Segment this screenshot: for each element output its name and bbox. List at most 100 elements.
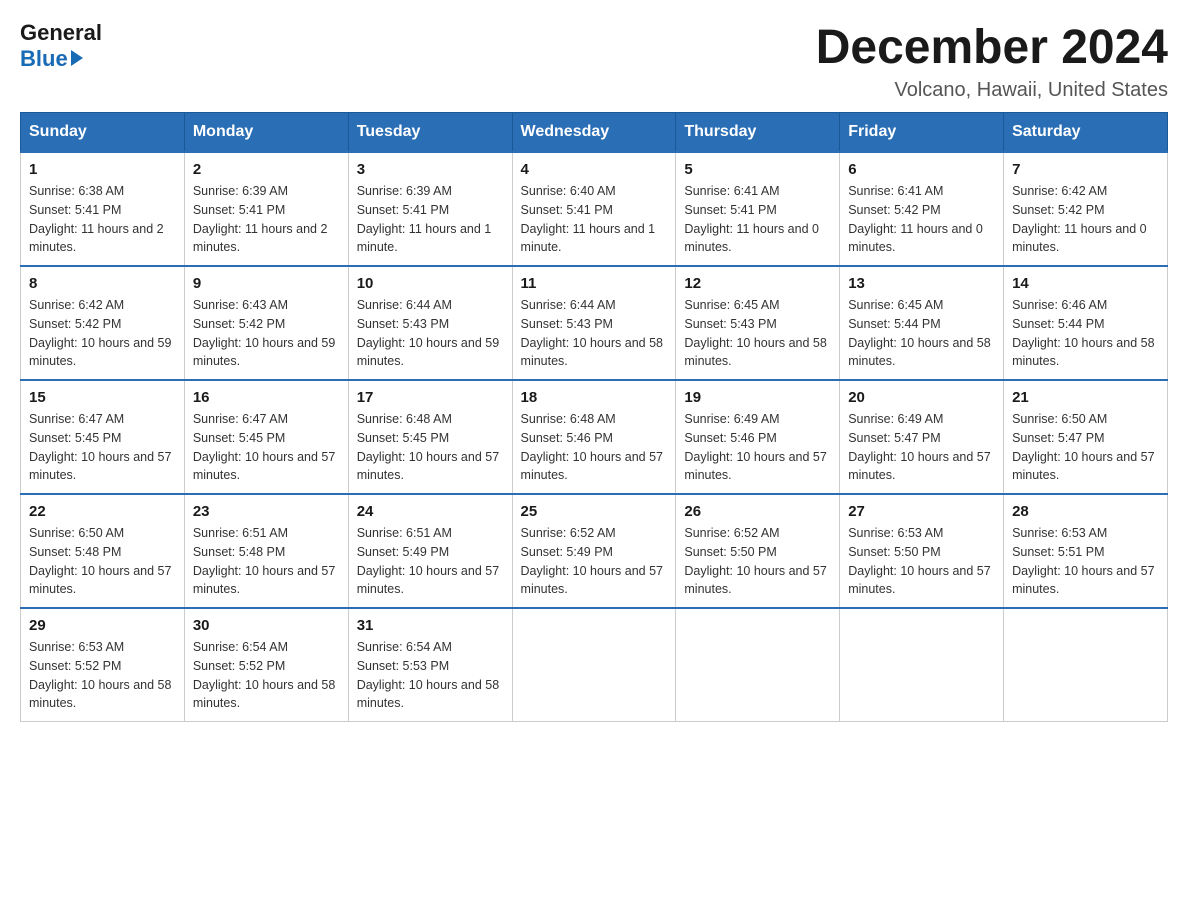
title-block: December 2024 Volcano, Hawaii, United St… <box>816 20 1168 102</box>
calendar-cell: 3 Sunrise: 6:39 AM Sunset: 5:41 PM Dayli… <box>348 152 512 266</box>
calendar-cell: 30 Sunrise: 6:54 AM Sunset: 5:52 PM Dayl… <box>184 608 348 722</box>
calendar-cell: 17 Sunrise: 6:48 AM Sunset: 5:45 PM Dayl… <box>348 380 512 494</box>
day-info: Sunrise: 6:46 AM Sunset: 5:44 PM Dayligh… <box>1012 296 1159 371</box>
calendar-week-4: 22 Sunrise: 6:50 AM Sunset: 5:48 PM Dayl… <box>21 494 1168 608</box>
day-info: Sunrise: 6:48 AM Sunset: 5:45 PM Dayligh… <box>357 410 504 485</box>
day-info: Sunrise: 6:50 AM Sunset: 5:47 PM Dayligh… <box>1012 410 1159 485</box>
calendar-cell: 10 Sunrise: 6:44 AM Sunset: 5:43 PM Dayl… <box>348 266 512 380</box>
calendar-cell: 11 Sunrise: 6:44 AM Sunset: 5:43 PM Dayl… <box>512 266 676 380</box>
calendar-cell: 26 Sunrise: 6:52 AM Sunset: 5:50 PM Dayl… <box>676 494 840 608</box>
calendar-cell: 6 Sunrise: 6:41 AM Sunset: 5:42 PM Dayli… <box>840 152 1004 266</box>
day-info: Sunrise: 6:45 AM Sunset: 5:43 PM Dayligh… <box>684 296 831 371</box>
calendar-subtitle: Volcano, Hawaii, United States <box>816 79 1168 102</box>
calendar-cell: 1 Sunrise: 6:38 AM Sunset: 5:41 PM Dayli… <box>21 152 185 266</box>
day-info: Sunrise: 6:39 AM Sunset: 5:41 PM Dayligh… <box>357 182 504 257</box>
day-number: 22 <box>29 503 176 520</box>
logo-arrow-icon <box>71 50 83 66</box>
day-info: Sunrise: 6:54 AM Sunset: 5:53 PM Dayligh… <box>357 638 504 713</box>
day-header-wednesday: Wednesday <box>512 113 676 153</box>
day-info: Sunrise: 6:52 AM Sunset: 5:50 PM Dayligh… <box>684 524 831 599</box>
calendar-week-3: 15 Sunrise: 6:47 AM Sunset: 5:45 PM Dayl… <box>21 380 1168 494</box>
day-info: Sunrise: 6:52 AM Sunset: 5:49 PM Dayligh… <box>521 524 668 599</box>
day-number: 15 <box>29 389 176 406</box>
calendar-week-5: 29 Sunrise: 6:53 AM Sunset: 5:52 PM Dayl… <box>21 608 1168 722</box>
day-number: 19 <box>684 389 831 406</box>
day-number: 31 <box>357 617 504 634</box>
calendar-cell: 31 Sunrise: 6:54 AM Sunset: 5:53 PM Dayl… <box>348 608 512 722</box>
calendar-cell: 23 Sunrise: 6:51 AM Sunset: 5:48 PM Dayl… <box>184 494 348 608</box>
day-number: 27 <box>848 503 995 520</box>
day-info: Sunrise: 6:49 AM Sunset: 5:46 PM Dayligh… <box>684 410 831 485</box>
day-info: Sunrise: 6:47 AM Sunset: 5:45 PM Dayligh… <box>29 410 176 485</box>
calendar-cell: 28 Sunrise: 6:53 AM Sunset: 5:51 PM Dayl… <box>1004 494 1168 608</box>
day-header-thursday: Thursday <box>676 113 840 153</box>
day-number: 11 <box>521 275 668 292</box>
calendar-cell <box>676 608 840 722</box>
day-info: Sunrise: 6:51 AM Sunset: 5:49 PM Dayligh… <box>357 524 504 599</box>
day-number: 2 <box>193 161 340 178</box>
calendar-week-1: 1 Sunrise: 6:38 AM Sunset: 5:41 PM Dayli… <box>21 152 1168 266</box>
day-number: 7 <box>1012 161 1159 178</box>
logo: General Blue <box>20 20 102 72</box>
day-number: 23 <box>193 503 340 520</box>
calendar-cell: 7 Sunrise: 6:42 AM Sunset: 5:42 PM Dayli… <box>1004 152 1168 266</box>
day-info: Sunrise: 6:38 AM Sunset: 5:41 PM Dayligh… <box>29 182 176 257</box>
day-number: 12 <box>684 275 831 292</box>
day-info: Sunrise: 6:53 AM Sunset: 5:51 PM Dayligh… <box>1012 524 1159 599</box>
calendar-cell: 2 Sunrise: 6:39 AM Sunset: 5:41 PM Dayli… <box>184 152 348 266</box>
day-header-friday: Friday <box>840 113 1004 153</box>
day-header-monday: Monday <box>184 113 348 153</box>
day-info: Sunrise: 6:42 AM Sunset: 5:42 PM Dayligh… <box>1012 182 1159 257</box>
day-number: 1 <box>29 161 176 178</box>
day-number: 18 <box>521 389 668 406</box>
day-number: 29 <box>29 617 176 634</box>
day-header-saturday: Saturday <box>1004 113 1168 153</box>
day-info: Sunrise: 6:47 AM Sunset: 5:45 PM Dayligh… <box>193 410 340 485</box>
day-info: Sunrise: 6:48 AM Sunset: 5:46 PM Dayligh… <box>521 410 668 485</box>
calendar-cell: 27 Sunrise: 6:53 AM Sunset: 5:50 PM Dayl… <box>840 494 1004 608</box>
day-number: 10 <box>357 275 504 292</box>
calendar-cell: 8 Sunrise: 6:42 AM Sunset: 5:42 PM Dayli… <box>21 266 185 380</box>
calendar-cell: 21 Sunrise: 6:50 AM Sunset: 5:47 PM Dayl… <box>1004 380 1168 494</box>
day-info: Sunrise: 6:49 AM Sunset: 5:47 PM Dayligh… <box>848 410 995 485</box>
day-number: 28 <box>1012 503 1159 520</box>
day-info: Sunrise: 6:44 AM Sunset: 5:43 PM Dayligh… <box>357 296 504 371</box>
calendar-cell: 9 Sunrise: 6:43 AM Sunset: 5:42 PM Dayli… <box>184 266 348 380</box>
calendar-cell: 18 Sunrise: 6:48 AM Sunset: 5:46 PM Dayl… <box>512 380 676 494</box>
day-info: Sunrise: 6:51 AM Sunset: 5:48 PM Dayligh… <box>193 524 340 599</box>
day-number: 24 <box>357 503 504 520</box>
calendar-cell: 25 Sunrise: 6:52 AM Sunset: 5:49 PM Dayl… <box>512 494 676 608</box>
calendar-week-2: 8 Sunrise: 6:42 AM Sunset: 5:42 PM Dayli… <box>21 266 1168 380</box>
calendar-cell <box>1004 608 1168 722</box>
day-info: Sunrise: 6:41 AM Sunset: 5:42 PM Dayligh… <box>848 182 995 257</box>
day-info: Sunrise: 6:54 AM Sunset: 5:52 PM Dayligh… <box>193 638 340 713</box>
day-number: 8 <box>29 275 176 292</box>
calendar-cell: 29 Sunrise: 6:53 AM Sunset: 5:52 PM Dayl… <box>21 608 185 722</box>
day-number: 16 <box>193 389 340 406</box>
calendar-cell: 15 Sunrise: 6:47 AM Sunset: 5:45 PM Dayl… <box>21 380 185 494</box>
day-header-tuesday: Tuesday <box>348 113 512 153</box>
day-number: 26 <box>684 503 831 520</box>
calendar-header-row: SundayMondayTuesdayWednesdayThursdayFrid… <box>21 113 1168 153</box>
calendar-cell: 12 Sunrise: 6:45 AM Sunset: 5:43 PM Dayl… <box>676 266 840 380</box>
day-number: 4 <box>521 161 668 178</box>
day-info: Sunrise: 6:53 AM Sunset: 5:52 PM Dayligh… <box>29 638 176 713</box>
day-number: 5 <box>684 161 831 178</box>
calendar-cell: 16 Sunrise: 6:47 AM Sunset: 5:45 PM Dayl… <box>184 380 348 494</box>
calendar-cell: 22 Sunrise: 6:50 AM Sunset: 5:48 PM Dayl… <box>21 494 185 608</box>
calendar-cell <box>840 608 1004 722</box>
day-info: Sunrise: 6:53 AM Sunset: 5:50 PM Dayligh… <box>848 524 995 599</box>
day-header-sunday: Sunday <box>21 113 185 153</box>
page-header: General Blue December 2024 Volcano, Hawa… <box>20 20 1168 102</box>
day-info: Sunrise: 6:40 AM Sunset: 5:41 PM Dayligh… <box>521 182 668 257</box>
day-number: 30 <box>193 617 340 634</box>
day-number: 3 <box>357 161 504 178</box>
calendar-cell: 13 Sunrise: 6:45 AM Sunset: 5:44 PM Dayl… <box>840 266 1004 380</box>
calendar-title: December 2024 <box>816 20 1168 75</box>
calendar-cell: 20 Sunrise: 6:49 AM Sunset: 5:47 PM Dayl… <box>840 380 1004 494</box>
day-number: 6 <box>848 161 995 178</box>
calendar-cell: 5 Sunrise: 6:41 AM Sunset: 5:41 PM Dayli… <box>676 152 840 266</box>
calendar-cell: 19 Sunrise: 6:49 AM Sunset: 5:46 PM Dayl… <box>676 380 840 494</box>
day-info: Sunrise: 6:41 AM Sunset: 5:41 PM Dayligh… <box>684 182 831 257</box>
day-info: Sunrise: 6:42 AM Sunset: 5:42 PM Dayligh… <box>29 296 176 371</box>
